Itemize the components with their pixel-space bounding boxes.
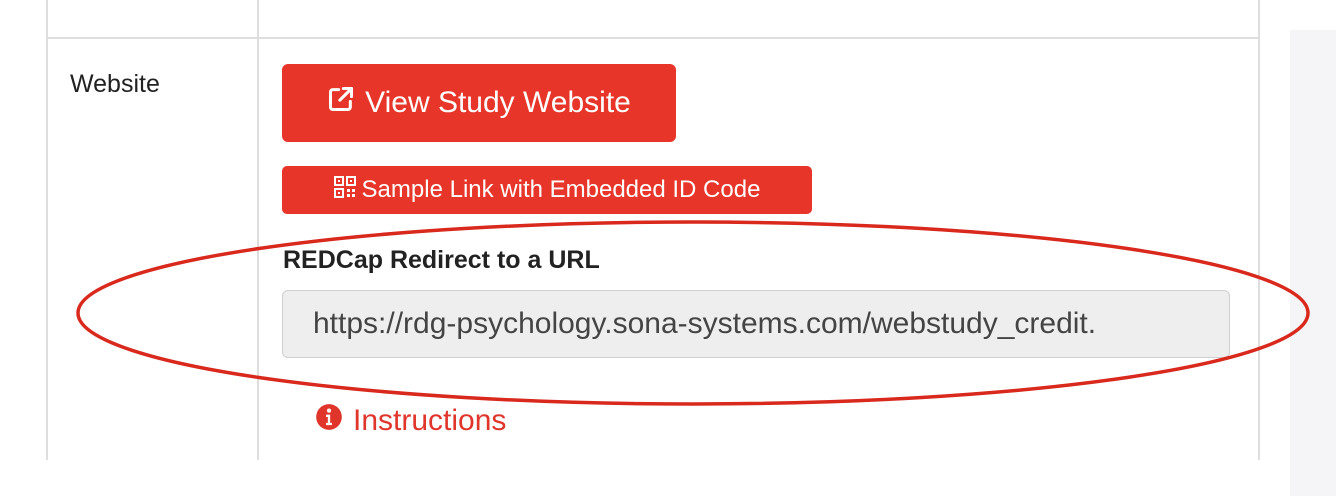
info-circle-icon [315, 403, 343, 439]
table-row-divider [46, 37, 1258, 39]
external-link-icon [327, 85, 355, 121]
sample-link-button[interactable]: Sample Link with Embedded ID Code [282, 166, 812, 214]
instructions-label: Instructions [353, 404, 507, 437]
qr-code-icon [333, 175, 356, 205]
redcap-redirect-label: REDCap Redirect to a URL [283, 246, 600, 274]
table-column-divider [257, 0, 259, 460]
instructions-link[interactable]: Instructions [315, 403, 506, 439]
website-row-label: Website [70, 70, 160, 98]
scrollbar-track [1290, 30, 1336, 496]
view-study-website-label: View Study Website [365, 86, 631, 119]
view-study-website-button[interactable]: View Study Website [282, 64, 676, 142]
redirect-url-field[interactable] [282, 290, 1230, 358]
sample-link-label: Sample Link with Embedded ID Code [361, 176, 761, 203]
